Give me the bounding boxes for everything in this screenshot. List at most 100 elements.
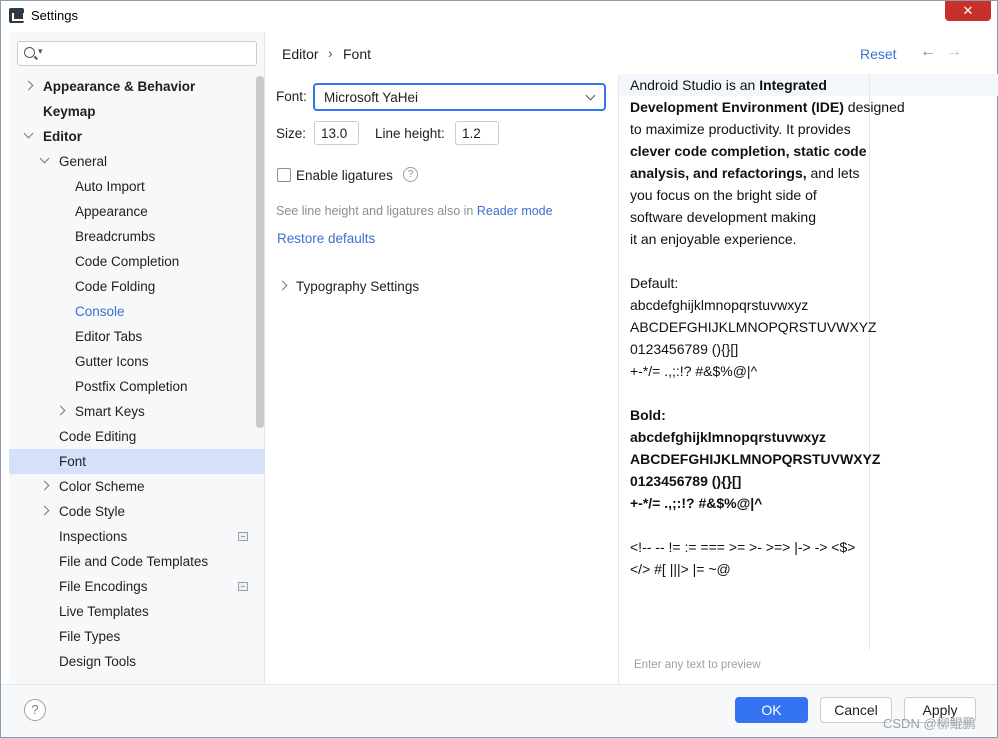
preview-line: it an enjoyable experience. <box>630 231 797 247</box>
sidebar-item[interactable]: Editor Tabs <box>9 324 265 349</box>
line-height-value: 1.2 <box>462 126 481 141</box>
sidebar-item[interactable]: Editor <box>9 124 265 149</box>
cancel-button[interactable]: Cancel <box>820 697 892 723</box>
project-level-icon <box>238 582 248 591</box>
sidebar-item[interactable]: Inspections <box>9 524 265 549</box>
chevron-right-icon[interactable] <box>23 80 34 91</box>
breadcrumb-separator: › <box>328 45 333 61</box>
sidebar-item[interactable]: Auto Import <box>9 174 265 199</box>
sidebar-item[interactable]: File Types <box>9 624 265 649</box>
sidebar-item-label: Live Templates <box>59 604 149 619</box>
sidebar-item[interactable]: Live Templates <box>9 599 265 624</box>
sidebar-item[interactable]: Design Tools <box>9 649 265 674</box>
sidebar-item-label: Gutter Icons <box>75 354 149 369</box>
sidebar-item[interactable]: Breadcrumbs <box>9 224 265 249</box>
sidebar-item-label: File Encodings <box>59 579 148 594</box>
forward-arrow-icon[interactable]: → <box>946 43 962 61</box>
font-label: Font: <box>276 89 307 104</box>
search-input[interactable]: ▾ <box>17 41 257 66</box>
sidebar-item[interactable]: Smart Keys <box>9 399 265 424</box>
preview-line: analysis, and refactorings, and lets <box>630 165 860 181</box>
sidebar-item[interactable]: File Encodings <box>9 574 265 599</box>
sidebar-item[interactable]: Gutter Icons <box>9 349 265 374</box>
sidebar-item[interactable]: Appearance & Behavior <box>9 74 265 99</box>
chevron-right-icon[interactable] <box>277 280 288 291</box>
help-button[interactable]: ? <box>24 699 46 721</box>
sidebar-item-label: General <box>59 154 108 169</box>
preview-line: abcdefghijklmnopqrstuvwxyz <box>630 297 809 313</box>
sidebar-item[interactable]: Keymap <box>9 99 265 124</box>
line-height-input[interactable]: 1.2 <box>455 121 499 145</box>
settings-header: Editor › Font Reset ← → <box>265 32 997 74</box>
sidebar-item-label: Inspections <box>59 529 128 544</box>
sidebar-item-label: Design Tools <box>59 654 137 669</box>
sidebar-item-label: Code Style <box>59 504 126 519</box>
dialog-footer: ? OK Cancel Apply CSDN @柳鲲鹏 <box>1 684 997 737</box>
close-button[interactable]: ✕ <box>945 1 991 21</box>
preview-line: to maximize productivity. It provides <box>630 121 851 137</box>
font-family-value: Microsoft YaHei <box>324 90 419 105</box>
sidebar-item-label: Color Scheme <box>59 479 145 494</box>
reset-link[interactable]: Reset <box>860 46 897 62</box>
settings-window: Settings ✕ ▾ Appearance & Behavior Keymap… <box>0 0 998 738</box>
preview-line: </> #[ |||> |= ~@ <box>630 561 731 577</box>
project-level-icon <box>238 532 248 541</box>
font-preview-editor[interactable]: Android Studio is an Integrated Developme… <box>618 74 998 684</box>
preview-line: 0123456789 (){}[] <box>630 473 742 489</box>
sidebar-item-label: Editor <box>43 129 82 144</box>
chevron-right-icon[interactable] <box>55 405 66 416</box>
sidebar-item-label: File and Code Templates <box>59 554 209 569</box>
sidebar-item-label: Editor Tabs <box>75 329 143 344</box>
font-size-input[interactable]: 13.0 <box>314 121 359 145</box>
sidebar-item[interactable]: Appearance <box>9 199 265 224</box>
enable-ligatures-label[interactable]: Enable ligatures <box>296 168 393 183</box>
restore-defaults-link[interactable]: Restore defaults <box>277 231 375 246</box>
font-settings-form: Font: Microsoft YaHei Size: 13.0 Line he… <box>265 74 618 684</box>
preview-line: Bold: <box>630 407 666 423</box>
sidebar-item[interactable]: General <box>9 149 265 174</box>
sidebar-item-label: Font <box>59 454 87 469</box>
typography-settings-toggle[interactable]: Typography Settings <box>296 279 419 294</box>
sidebar-item[interactable]: Code Completion <box>9 249 265 274</box>
search-history-chevron-icon[interactable]: ▾ <box>38 46 43 57</box>
sidebar-item-label: Appearance & Behavior <box>43 79 196 94</box>
sidebar-item[interactable]: Console <box>9 299 265 324</box>
enable-ligatures-checkbox[interactable] <box>277 168 291 182</box>
search-icon <box>24 47 35 58</box>
preview-line: ABCDEFGHIJKLMNOPQRSTUVWXYZ <box>630 451 881 467</box>
line-height-label: Line height: <box>375 126 445 141</box>
sidebar-item-label: Keymap <box>43 104 96 119</box>
sidebar-item[interactable]: File and Code Templates <box>9 549 265 574</box>
back-arrow-icon[interactable]: ← <box>920 43 936 61</box>
preview-line: ABCDEFGHIJKLMNOPQRSTUVWXYZ <box>630 319 877 335</box>
sidebar-item[interactable]: Postfix Completion <box>9 374 265 399</box>
chevron-down-icon[interactable] <box>39 153 50 164</box>
breadcrumb-editor[interactable]: Editor <box>282 46 319 62</box>
chevron-right-icon[interactable] <box>39 505 50 516</box>
sidebar-item[interactable]: Code Folding <box>9 274 265 299</box>
ok-button[interactable]: OK <box>735 697 808 723</box>
sidebar-item-label: Smart Keys <box>75 404 145 419</box>
chevron-right-icon[interactable] <box>39 480 50 491</box>
sidebar-item[interactable]: Code Editing <box>9 424 265 449</box>
sidebar-item[interactable]: Font <box>9 449 265 474</box>
reader-mode-hint: See line height and ligatures also in Re… <box>276 204 553 218</box>
tree-scrollbar[interactable] <box>256 76 264 428</box>
android-studio-icon <box>9 8 25 23</box>
chevron-down-icon[interactable] <box>23 128 34 139</box>
sidebar-item-label: Auto Import <box>75 179 145 194</box>
help-icon[interactable]: ? <box>403 167 418 182</box>
sidebar-item-label: Console <box>75 304 125 319</box>
sidebar-item[interactable]: Code Style <box>9 499 265 524</box>
title-bar: Settings ✕ <box>1 1 997 31</box>
sidebar-item[interactable]: Color Scheme <box>9 474 265 499</box>
preview-line: +-*/= .,;:!? #&$%@|^ <box>630 495 763 511</box>
preview-line: <!-- -- != := === >= >- >=> |-> -> <$> <box>630 539 856 555</box>
preview-line: 0123456789 (){}[] <box>630 341 739 357</box>
sidebar-item-label: Code Folding <box>75 279 156 294</box>
preview-line: you focus on the bright side of <box>630 187 817 203</box>
preview-line: Development Environment (IDE) designed <box>630 99 905 115</box>
reader-mode-link[interactable]: Reader mode <box>477 204 553 218</box>
font-family-select[interactable]: Microsoft YaHei <box>313 83 606 111</box>
sidebar-item-label: Breadcrumbs <box>75 229 156 244</box>
